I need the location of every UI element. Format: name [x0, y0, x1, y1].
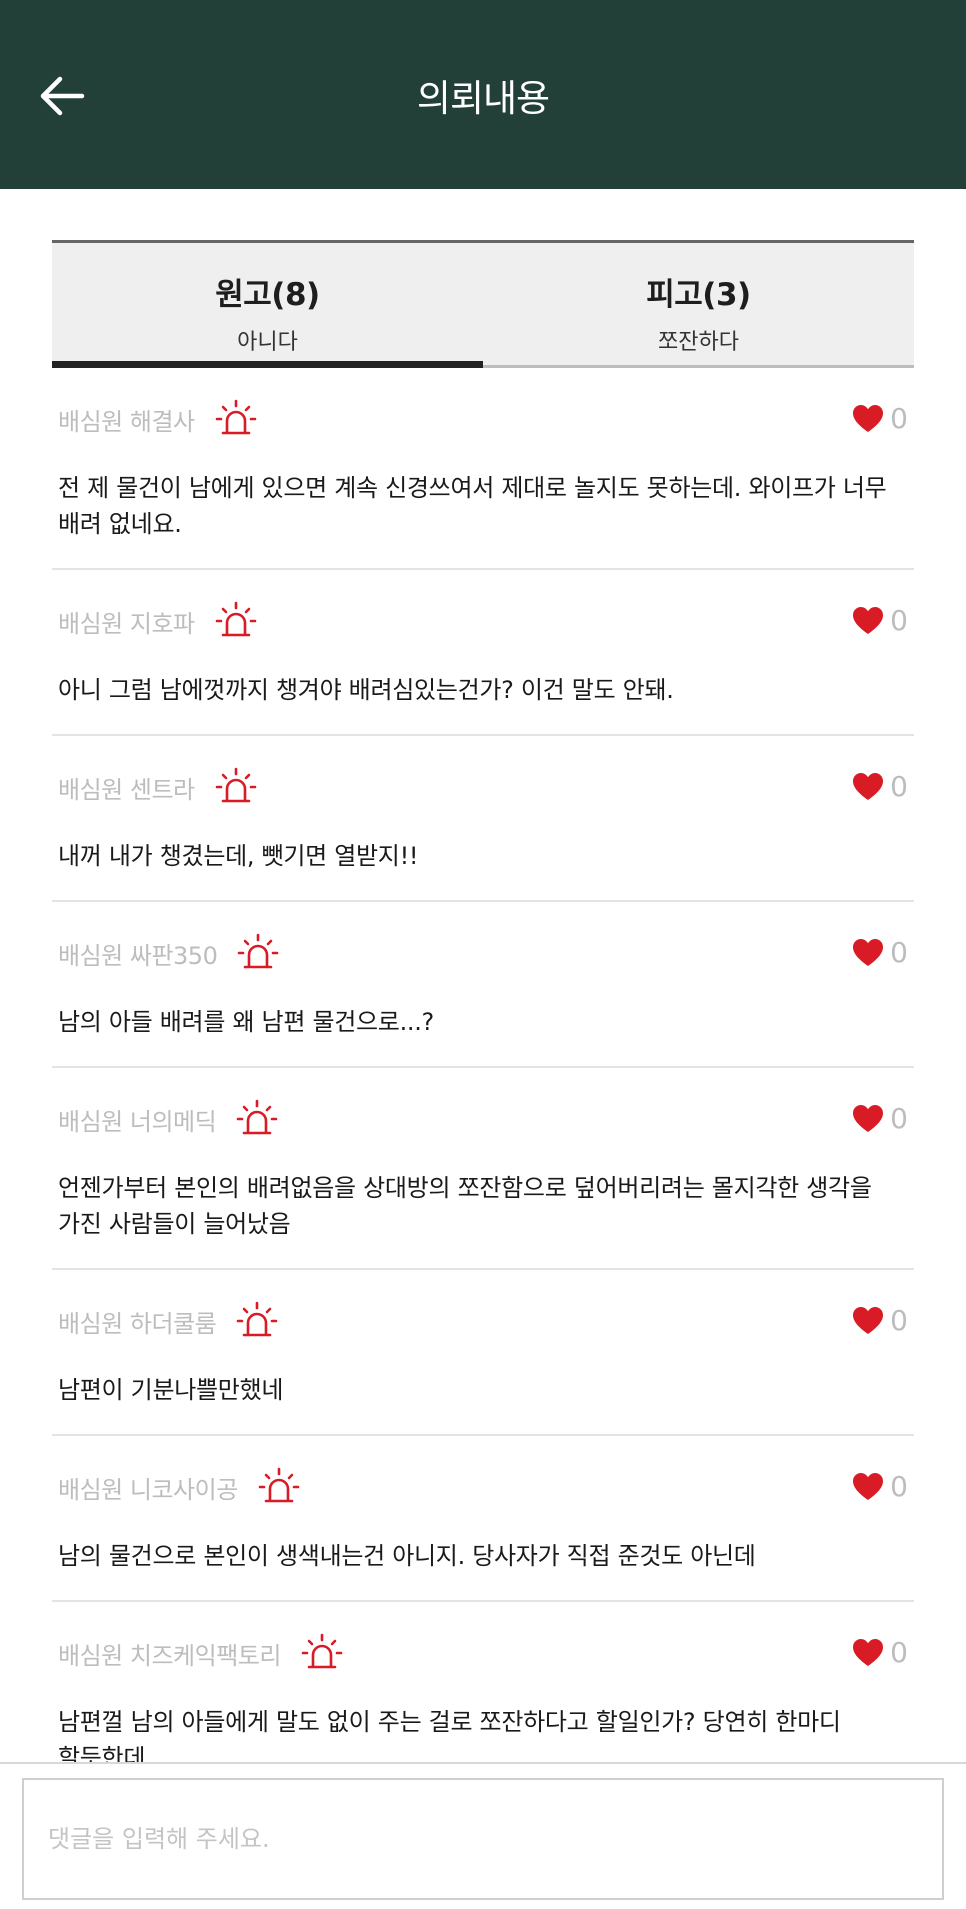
comment-text: 남편이 기분나쁠만했네 — [58, 1376, 284, 1404]
comment-item: 배심원 하더쿨룸 0 남편이 기분나쁠만했네 — [52, 1270, 914, 1436]
heart-icon — [852, 1472, 884, 1502]
comment-item: 배심원 너의메딕 0 언젠가부터 본인의 배려없음을 상대방의 쪼잔함으로 덮어버리… — [52, 1068, 914, 1270]
comment-item: 배심원 싸판350 0 남의 아들 배려를 왜 남편 물건으로...? — [52, 902, 914, 1068]
tab-defendant-sub: 쪼잔하다 — [658, 330, 739, 355]
comment-item: 배심원 니코사이공 0 남의 물건으로 본인이 생색내는건 아니지. 당사자가 직접… — [52, 1436, 914, 1602]
like-button[interactable]: 0 — [852, 1304, 908, 1337]
comment-header: 배심원 센트라 — [58, 766, 908, 808]
report-siren-icon[interactable] — [215, 766, 257, 808]
heart-icon — [852, 404, 884, 434]
like-count: 0 — [890, 402, 908, 435]
like-count: 0 — [890, 1636, 908, 1669]
tab-defendant-label: 피고(3) — [646, 277, 751, 313]
like-button[interactable]: 0 — [852, 770, 908, 803]
comment-text: 전 제 물건이 남에게 있으면 계속 신경쓰여서 제대로 놀지도 못하는데. 와… — [58, 474, 887, 538]
like-button[interactable]: 0 — [852, 1102, 908, 1135]
comment-item: 배심원 지호파 0 아니 그럼 남에껏까지 챙겨야 배려심있는건가? 이건 말도 안… — [52, 570, 914, 736]
comment-author: 배심원 지호파 — [58, 609, 195, 638]
report-siren-icon[interactable] — [237, 932, 279, 974]
like-button[interactable]: 0 — [852, 1470, 908, 1503]
report-siren-icon[interactable] — [215, 600, 257, 642]
heart-icon — [852, 772, 884, 802]
report-siren-icon[interactable] — [236, 1098, 278, 1140]
comment-header: 배심원 싸판350 — [58, 932, 908, 974]
comment-header: 배심원 해결사 — [58, 398, 908, 440]
tab-defendant[interactable]: 피고(3) 쪼잔하다 — [483, 243, 914, 368]
comment-item: 배심원 센트라 0 내꺼 내가 챙겼는데, 뺏기면 열받지!! — [52, 736, 914, 902]
tab-plaintiff[interactable]: 원고(8) 아니다 — [52, 243, 483, 368]
like-count: 0 — [890, 1102, 908, 1135]
page-title: 의뢰내용 — [416, 76, 550, 120]
comment-list: 배심원 해결사 0 전 제 물건이 남에게 있으면 계속 신경쓰여서 제대로 놀지도… — [52, 368, 914, 1804]
comment-text: 언젠가부터 본인의 배려없음을 상대방의 쪼잔함으로 덮어버리려는 몰지각한 생… — [58, 1174, 872, 1238]
like-count: 0 — [890, 936, 908, 969]
comment-author: 배심원 하더쿨룸 — [58, 1309, 217, 1338]
like-button[interactable]: 0 — [852, 936, 908, 969]
comment-input[interactable] — [22, 1778, 944, 1900]
like-count: 0 — [890, 604, 908, 637]
report-siren-icon[interactable] — [236, 1300, 278, 1342]
app-header: 의뢰내용 — [0, 0, 966, 189]
comment-author: 배심원 센트라 — [58, 775, 195, 804]
report-siren-icon[interactable] — [258, 1466, 300, 1508]
comment-text: 남의 아들 배려를 왜 남편 물건으로...? — [58, 1008, 434, 1036]
report-siren-icon[interactable] — [301, 1632, 343, 1674]
report-siren-icon[interactable] — [215, 398, 257, 440]
like-button[interactable]: 0 — [852, 402, 908, 435]
comment-text: 내꺼 내가 챙겼는데, 뺏기면 열받지!! — [58, 842, 419, 870]
like-count: 0 — [890, 1470, 908, 1503]
comment-author: 배심원 해결사 — [58, 407, 195, 436]
comment-author: 배심원 치즈케익팩토리 — [58, 1641, 281, 1670]
heart-icon — [852, 1306, 884, 1336]
heart-icon — [852, 1638, 884, 1668]
heart-icon — [852, 1104, 884, 1134]
comment-author: 배심원 너의메딕 — [58, 1107, 217, 1136]
like-count: 0 — [890, 1304, 908, 1337]
comment-input-bar — [0, 1762, 966, 1909]
like-button[interactable]: 0 — [852, 604, 908, 637]
heart-icon — [852, 938, 884, 968]
comment-author: 배심원 니코사이공 — [58, 1475, 238, 1504]
comment-header: 배심원 니코사이공 — [58, 1466, 908, 1508]
like-button[interactable]: 0 — [852, 1636, 908, 1669]
back-arrow-icon[interactable] — [36, 70, 88, 122]
comment-header: 배심원 너의메딕 — [58, 1098, 908, 1140]
comment-header: 배심원 하더쿨룸 — [58, 1300, 908, 1342]
tab-plaintiff-label: 원고(8) — [215, 277, 320, 313]
comment-item: 배심원 해결사 0 전 제 물건이 남에게 있으면 계속 신경쓰여서 제대로 놀지도… — [52, 368, 914, 570]
heart-icon — [852, 606, 884, 636]
comment-header: 배심원 치즈케익팩토리 — [58, 1632, 908, 1674]
comment-text: 아니 그럼 남에껏까지 챙겨야 배려심있는건가? 이건 말도 안돼. — [58, 676, 674, 704]
comment-header: 배심원 지호파 — [58, 600, 908, 642]
verdict-tabs: 원고(8) 아니다 피고(3) 쪼잔하다 — [52, 240, 914, 368]
comment-author: 배심원 싸판350 — [58, 941, 218, 970]
comment-text: 남의 물건으로 본인이 생색내는건 아니지. 당사자가 직접 준것도 아닌데 — [58, 1542, 756, 1570]
tab-plaintiff-sub: 아니다 — [237, 330, 298, 355]
like-count: 0 — [890, 770, 908, 803]
